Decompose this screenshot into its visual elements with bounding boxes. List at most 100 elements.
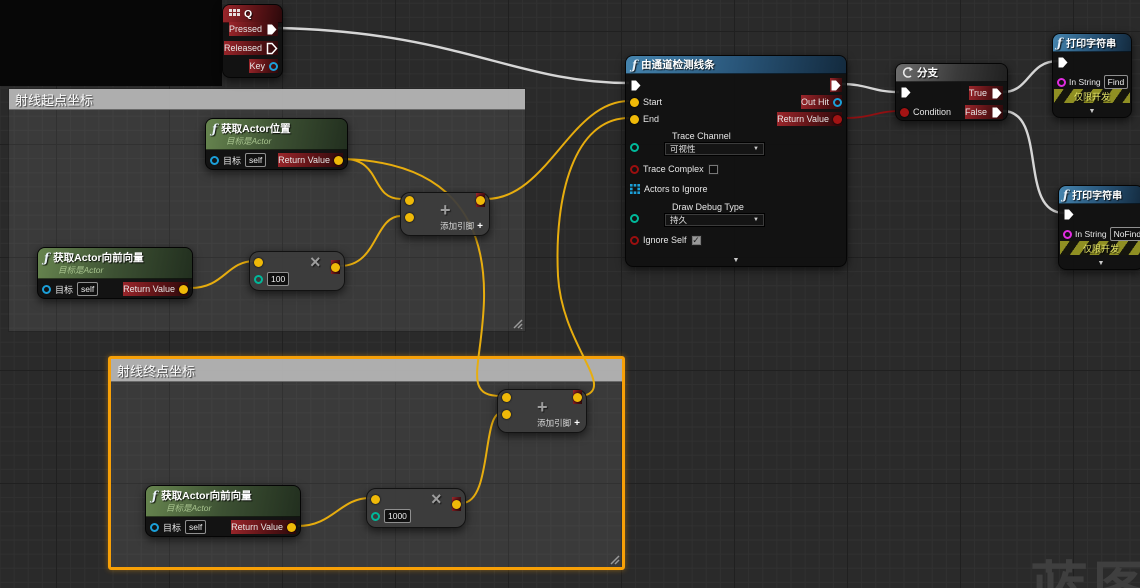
pin-target[interactable]: 目标 self (150, 520, 206, 534)
pin-input-b[interactable]: 100 (254, 272, 289, 286)
in-string-value-box[interactable]: Find (1104, 75, 1129, 89)
enum-pin-icon[interactable] (630, 143, 639, 152)
pin-in-string[interactable]: In String NoFind (1063, 227, 1140, 241)
ignore-self-checkbox[interactable]: ✓ (691, 235, 702, 246)
exec-pin-icon[interactable] (830, 79, 842, 92)
pin-return-value[interactable]: Return Value (231, 520, 296, 534)
pin-input-b[interactable]: 1000 (371, 509, 411, 523)
function-node-get-actor-location[interactable]: ƒ 获取Actor位置 目标是Actor 目标 self Return Valu… (205, 118, 348, 170)
pin-true[interactable]: True (969, 86, 1003, 100)
pin-target[interactable]: 目标 self (42, 282, 98, 296)
pin-trace-complex[interactable]: Trace Complex (630, 162, 719, 176)
pin-exec-in[interactable] (1063, 207, 1075, 221)
comment-resize-grip[interactable] (511, 317, 523, 329)
collapse-arrow-icon[interactable]: ▼ (1053, 107, 1131, 116)
exec-pin-icon[interactable] (266, 42, 278, 55)
node-header[interactable]: ƒ 获取Actor向前向量 目标是Actor (146, 486, 300, 517)
vector-pin-icon[interactable] (452, 500, 461, 509)
struct-pin-icon[interactable] (269, 62, 278, 71)
add-node-2[interactable]: + 添加引脚 + (497, 389, 587, 433)
string-pin-icon[interactable] (1057, 78, 1066, 87)
pin-actors-to-ignore[interactable]: Actors to Ignore (630, 182, 708, 196)
comment-resize-grip[interactable] (608, 553, 620, 565)
target-value-box[interactable]: self (185, 520, 206, 534)
bool-pin-icon[interactable] (833, 115, 842, 124)
function-node-line-trace-by-channel[interactable]: ƒ 由通道检测线条 Start Out Hit End Return Value… (625, 55, 847, 267)
exec-pin-icon[interactable] (1063, 208, 1075, 221)
pin-pressed[interactable]: Pressed (229, 22, 278, 36)
target-value-box[interactable]: self (245, 153, 266, 167)
event-node-q[interactable]: Q Pressed Released Key (222, 4, 283, 78)
target-value-box[interactable]: self (77, 282, 98, 296)
vector-pin-icon[interactable] (254, 258, 263, 267)
pin-exec-out[interactable] (830, 78, 842, 92)
exec-pin-icon[interactable] (991, 87, 1003, 100)
pin-input-a[interactable] (254, 255, 263, 269)
wire-exec-q-to-trace[interactable] (278, 28, 629, 83)
pin-false[interactable]: False (965, 105, 1003, 119)
string-pin-icon[interactable] (1063, 230, 1072, 239)
bool-pin-icon[interactable] (900, 108, 909, 117)
vector-pin-icon[interactable] (405, 196, 414, 205)
enum-pin-icon[interactable] (630, 214, 639, 223)
pin-input-b[interactable] (502, 407, 511, 421)
object-pin-icon[interactable] (42, 285, 51, 294)
pin-output[interactable] (476, 193, 485, 207)
multiply-node-1000[interactable]: × 1000 (366, 488, 466, 528)
function-node-get-forward-vector-1[interactable]: ƒ 获取Actor向前向量 目标是Actor 目标 self Return Va… (37, 247, 193, 299)
comment-header[interactable]: 射线终点坐标 (111, 359, 622, 382)
wire-vector-add2-to-end[interactable] (558, 118, 629, 396)
pin-out-hit[interactable]: Out Hit (801, 95, 842, 109)
node-header[interactable]: ƒ 获取Actor位置 目标是Actor (206, 119, 347, 150)
vector-pin-icon[interactable] (371, 495, 380, 504)
pin-return-value[interactable]: Return Value (278, 153, 343, 167)
node-header[interactable]: ƒ 由通道检测线条 (626, 56, 846, 74)
exec-pin-icon[interactable] (900, 86, 912, 99)
vector-pin-icon[interactable] (179, 285, 188, 294)
node-header[interactable]: ƒ 获取Actor向前向量 目标是Actor (38, 248, 192, 279)
exec-pin-icon[interactable] (991, 106, 1003, 119)
pin-return-value[interactable]: Return Value (123, 282, 188, 296)
pin-input-a[interactable] (371, 492, 380, 506)
node-header[interactable]: 分支 (896, 64, 1007, 82)
draw-debug-dropdown[interactable]: 持久 ▼ (664, 213, 765, 227)
wire-bool-returnvalue-to-condition[interactable] (845, 111, 901, 118)
exec-pin-icon[interactable] (1057, 56, 1069, 69)
collapse-arrow-icon[interactable]: ▼ (1059, 259, 1140, 268)
wire-exec-trace-to-branch[interactable] (841, 84, 899, 92)
pin-exec-in[interactable] (630, 78, 642, 92)
function-node-print-string-nofind[interactable]: ƒ 打印字符串 In String NoFind 仅限开发 ▼ (1058, 185, 1140, 270)
pin-output[interactable] (573, 390, 582, 404)
value-box[interactable]: 100 (267, 272, 289, 286)
value-box[interactable]: 1000 (384, 509, 411, 523)
pin-start[interactable]: Start (630, 95, 662, 109)
node-header[interactable]: ƒ 打印字符串 (1053, 34, 1131, 52)
vector-pin-icon[interactable] (630, 98, 639, 107)
pin-in-string[interactable]: In String Find (1057, 75, 1128, 89)
blueprint-graph-canvas[interactable]: 蓝图 射线起点坐标 射线终点坐标 (0, 0, 1140, 588)
add-pin-button[interactable]: 添加引脚 + (440, 220, 483, 232)
wire-exec-true-to-print[interactable] (1003, 61, 1058, 92)
trace-complex-checkbox[interactable] (708, 164, 719, 175)
wire-exec-false-to-print[interactable] (1003, 111, 1064, 213)
bool-pin-icon[interactable] (630, 165, 639, 174)
in-string-value-box[interactable]: NoFind (1110, 227, 1140, 241)
collapse-arrow-icon[interactable]: ▼ (626, 256, 846, 265)
vector-pin-icon[interactable] (334, 156, 343, 165)
float-pin-icon[interactable] (254, 275, 263, 284)
pin-return-value[interactable]: Return Value (777, 112, 842, 126)
branch-node[interactable]: 分支 Condition True False (895, 63, 1008, 121)
trace-channel-dropdown[interactable]: 可视性 ▼ (664, 142, 765, 156)
pin-target[interactable]: 目标 self (210, 153, 266, 167)
pin-input-a[interactable] (405, 193, 414, 207)
vector-pin-icon[interactable] (331, 263, 340, 272)
node-header[interactable]: Q (223, 5, 282, 23)
array-pin-icon[interactable] (630, 184, 640, 194)
add-node-1[interactable]: + 添加引脚 + (400, 192, 490, 236)
exec-pin-icon[interactable] (266, 23, 278, 36)
vector-pin-icon[interactable] (405, 213, 414, 222)
bool-pin-icon[interactable] (630, 236, 639, 245)
float-pin-icon[interactable] (371, 512, 380, 521)
pin-condition[interactable]: Condition (900, 105, 951, 119)
function-node-get-forward-vector-2[interactable]: ƒ 获取Actor向前向量 目标是Actor 目标 self Return Va… (145, 485, 301, 537)
